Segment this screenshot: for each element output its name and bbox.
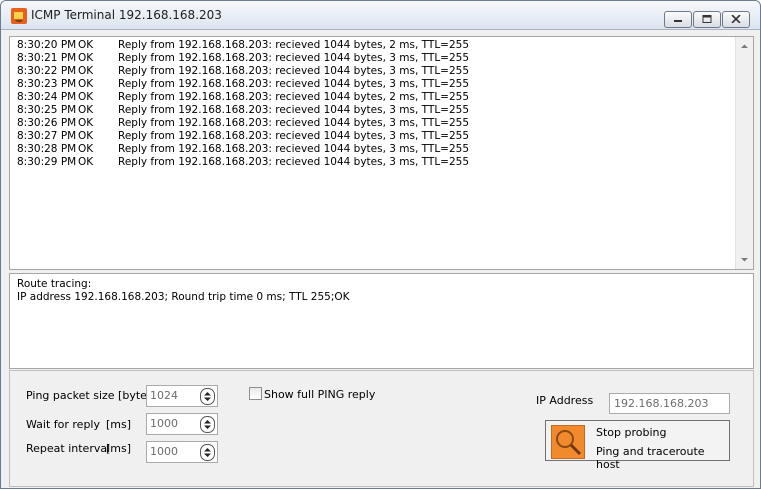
trace-result: IP address 192.168.168.203; Round trip t… [17,291,350,303]
close-icon [731,15,741,23]
log-time: 8:30:21 PM [17,52,77,64]
trace-heading: Route tracing: [17,278,92,290]
log-message: Reply from 192.168.168.203: recieved 104… [118,39,470,51]
log-message: Reply from 192.168.168.203: recieved 104… [118,130,470,142]
log-message: Reply from 192.168.168.203: recieved 104… [118,143,470,155]
log-time: 8:30:29 PM [17,156,77,168]
stop-probing-button[interactable]: Stop probing Ping and traceroute host [545,420,730,471]
title-bar[interactable]: ICMP Terminal 192.168.168.203 [1,1,760,30]
log-status: OK [78,78,94,90]
packet-size-input[interactable]: 1024 [146,385,218,407]
log-status: OK [78,156,94,168]
ip-address-value: 192.168.168.203 [614,397,709,410]
route-trace-area[interactable]: Route tracing: IP address 192.168.168.20… [9,273,754,369]
wait-stepper[interactable] [200,416,215,433]
log-status: OK [78,104,94,116]
repeat-unit: [ms] [106,442,132,455]
log-line: 8:30:26 PM OK Reply from 192.168.168.203: … [17,117,733,130]
stop-probing-label: Stop probing [596,426,667,439]
log-status: OK [78,91,94,103]
log-time: 8:30:24 PM [17,91,77,103]
ip-address-input[interactable]: 192.168.168.203 [609,393,730,414]
maximize-button[interactable] [693,11,721,28]
close-button[interactable] [722,11,750,28]
log-message: Reply from 192.168.168.203: recieved 104… [118,104,470,116]
log-line: 8:30:21 PM OK Reply from 192.168.168.203: … [17,52,733,65]
log-status: OK [78,65,94,77]
scroll-up-icon[interactable] [740,42,749,51]
log-message: Reply from 192.168.168.203: recieved 104… [118,117,470,129]
trace-lines: Route tracing: IP address 192.168.168.20… [17,278,350,304]
ip-address-label: IP Address [536,394,594,407]
log-status: OK [78,130,94,142]
minimize-button[interactable] [664,11,692,28]
scroll-down-icon[interactable] [740,255,749,264]
packet-size-stepper[interactable] [200,388,215,405]
magnifier-icon [551,425,585,459]
ping-log-area[interactable]: 8:30:20 PM OK Reply from 192.168.168.203: … [9,36,754,270]
log-time: 8:30:22 PM [17,65,77,77]
packet-size-label: Ping packet size [byte] [26,389,152,402]
log-line: 8:30:20 PM OK Reply from 192.168.168.203: … [17,39,733,52]
log-line: 8:30:29 PM OK Reply from 192.168.168.203: … [17,156,733,169]
log-time: 8:30:20 PM [17,39,77,51]
log-time: 8:30:27 PM [17,130,77,142]
log-line: 8:30:23 PM OK Reply from 192.168.168.203: … [17,78,733,91]
log-message: Reply from 192.168.168.203: recieved 104… [118,52,470,64]
icmp-terminal-window: ICMP Terminal 192.168.168.203 8:30:20 PM… [0,0,761,489]
stepper-arrows-icon [204,420,211,429]
wait-value: 1000 [150,417,178,430]
show-full-reply-checkbox[interactable] [249,387,262,400]
ping-traceroute-label: Ping and traceroute host [596,445,705,471]
terminal-app-icon [11,8,27,24]
window-controls [663,11,750,28]
log-line: 8:30:22 PM OK Reply from 192.168.168.203: … [17,65,733,78]
log-message: Reply from 192.168.168.203: recieved 104… [118,78,470,90]
stepper-arrows-icon [204,392,211,401]
settings-panel: Ping packet size [byte] 1024 Wait for re… [9,370,754,487]
repeat-stepper[interactable] [200,444,215,461]
repeat-input[interactable]: 1000 [146,441,218,463]
minimize-icon [674,20,682,22]
log-line: 8:30:25 PM OK Reply from 192.168.168.203: … [17,104,733,117]
log-status: OK [78,52,94,64]
show-full-reply-label[interactable]: Show full PING reply [264,388,375,401]
log-message: Reply from 192.168.168.203: recieved 104… [118,91,470,103]
log-line: 8:30:24 PM OK Reply from 192.168.168.203: … [17,91,733,104]
packet-size-value: 1024 [150,389,178,402]
stepper-arrows-icon [204,448,211,457]
log-time: 8:30:28 PM [17,143,77,155]
log-scrollbar[interactable] [735,37,753,269]
log-status: OK [78,117,94,129]
repeat-value: 1000 [150,445,178,458]
wait-unit: [ms] [106,418,132,431]
log-status: OK [78,143,94,155]
repeat-label: Repeat interval [26,442,111,455]
ping-log-lines: 8:30:20 PM OK Reply from 192.168.168.203: … [17,39,733,169]
wait-input[interactable]: 1000 [146,413,218,435]
log-time: 8:30:25 PM [17,104,77,116]
log-status: OK [78,39,94,51]
log-time: 8:30:23 PM [17,78,77,90]
log-line: 8:30:28 PM OK Reply from 192.168.168.203: … [17,143,733,156]
log-time: 8:30:26 PM [17,117,77,129]
log-line: 8:30:27 PM OK Reply from 192.168.168.203: … [17,130,733,143]
wait-label: Wait for reply [26,418,100,431]
log-message: Reply from 192.168.168.203: recieved 104… [118,65,470,77]
maximize-icon [702,15,712,23]
log-message: Reply from 192.168.168.203: recieved 104… [118,156,470,168]
window-title: ICMP Terminal 192.168.168.203 [31,8,222,22]
